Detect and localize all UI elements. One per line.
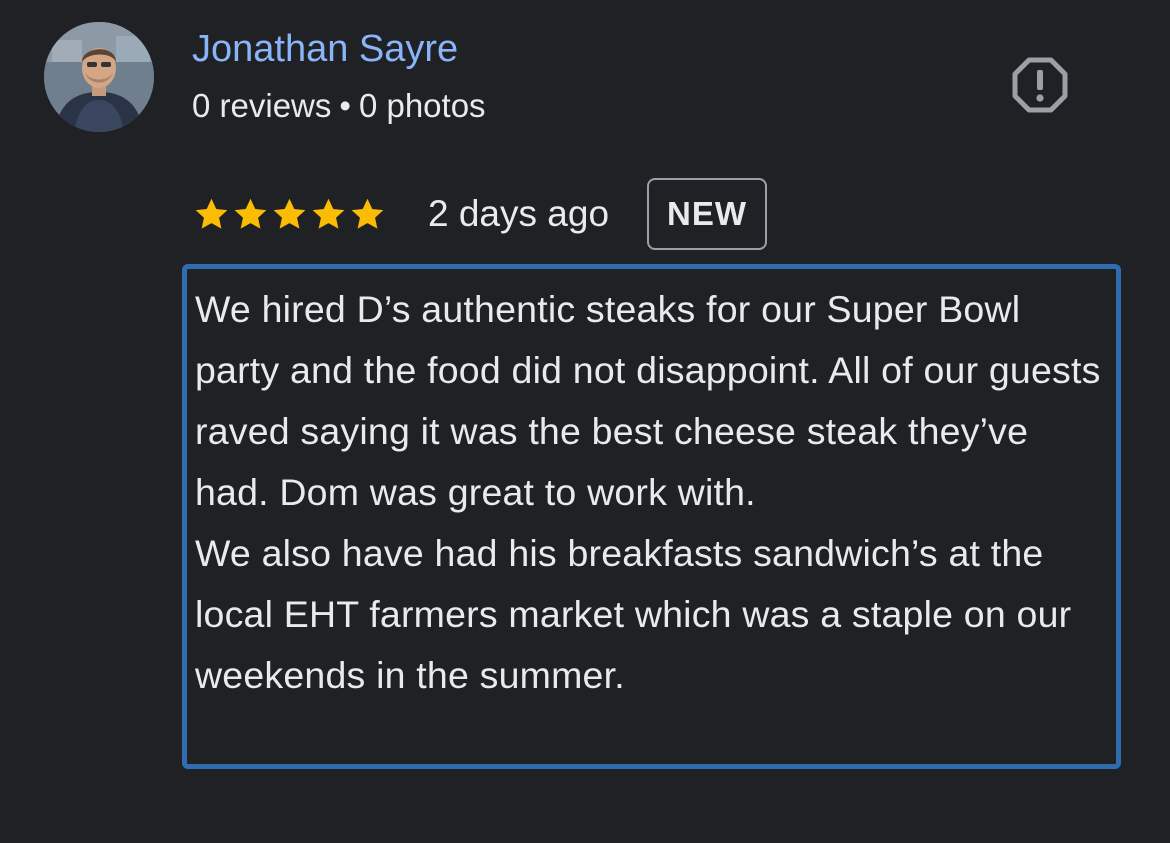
separator-dot: • — [339, 87, 351, 124]
author-name[interactable]: Jonathan Sayre — [192, 27, 458, 71]
review-text-highlight: We hired D’s authentic steaks for our Su… — [182, 264, 1121, 769]
review-count: 0 reviews — [192, 87, 332, 124]
avatar[interactable] — [44, 22, 154, 132]
report-button[interactable] — [1010, 55, 1070, 115]
star-rating — [193, 196, 386, 233]
report-flag-icon — [1012, 57, 1068, 113]
star-icon — [195, 198, 228, 229]
author-stats: 0 reviews • 0 photos — [192, 86, 486, 126]
review-date: 2 days ago — [428, 193, 610, 234]
review-paragraph: We also have had his breakfasts sandwich… — [195, 532, 1072, 696]
photo-count: 0 photos — [358, 87, 486, 124]
star-icon — [312, 198, 345, 229]
avatar-photo — [44, 22, 154, 132]
star-icon — [234, 198, 267, 229]
star-icon — [351, 198, 384, 229]
rating-row: 2 days ago NEW — [193, 176, 768, 252]
star-icon — [273, 198, 306, 229]
review-paragraph: We hired D’s authentic steaks for our Su… — [195, 288, 1101, 513]
new-badge: NEW — [647, 178, 768, 250]
